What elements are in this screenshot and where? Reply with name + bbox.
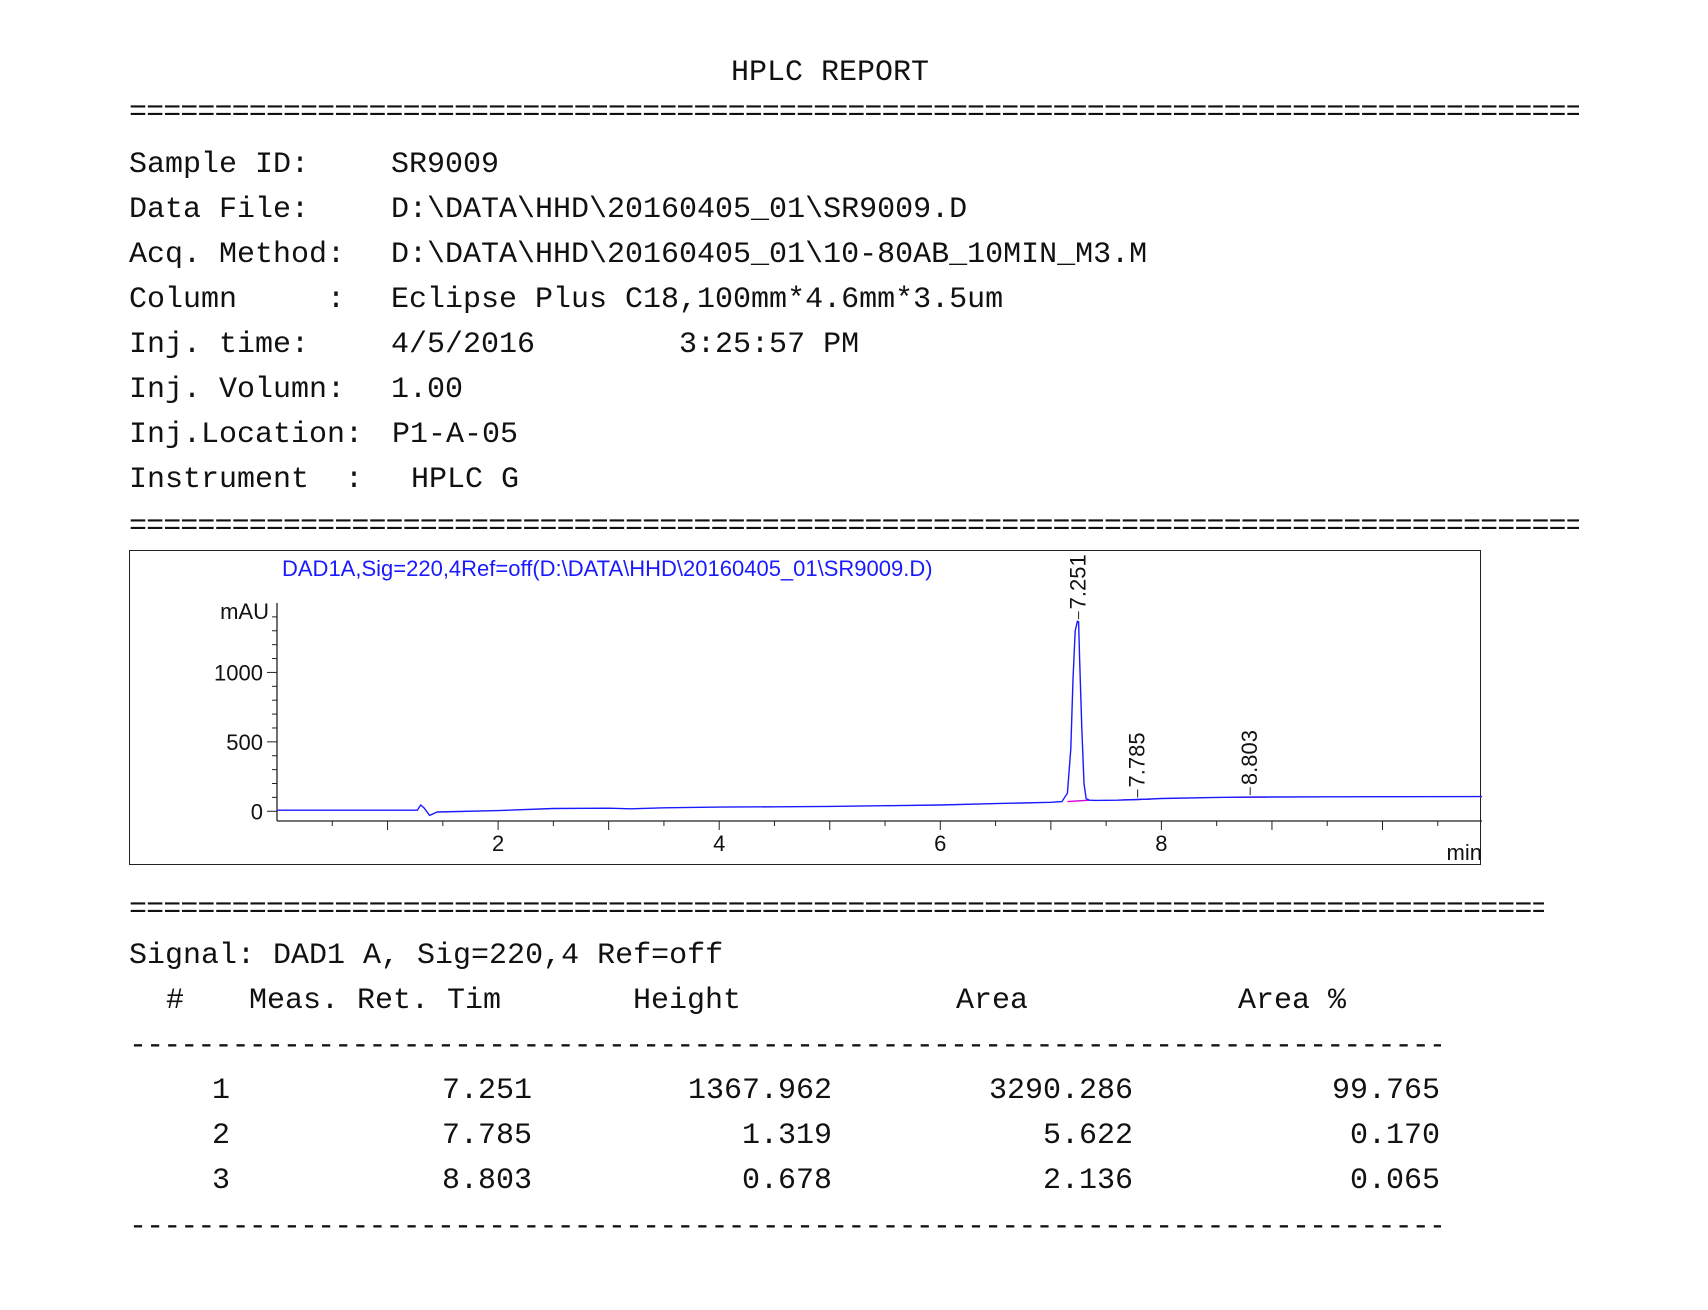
info-sample-id: Sample ID: SR9009 <box>129 148 500 182</box>
cell-area: 3290.286 <box>988 1074 1133 1108</box>
y-tick-label: 1000 <box>214 660 263 685</box>
chart-title: DAD1A,Sig=220,4Ref=off(D:\DATA\HHD\20160… <box>282 556 933 581</box>
info-acq-method: Acq. Method: D:\DATA\HHD\20160405_01\10-8… <box>129 238 1148 272</box>
header-height: Height <box>633 984 742 1018</box>
cell-area: 5.622 <box>1042 1119 1133 1153</box>
cell-ret-time: 7.785 <box>441 1119 532 1153</box>
info-column: Column : Eclipse Plus C18,100mm*4.6mm*3.5… <box>129 283 1004 317</box>
chart-axes <box>276 603 1482 822</box>
peak-label: 7.251 <box>1066 554 1091 609</box>
peak-baseline <box>1067 799 1090 803</box>
signal-line: Signal: DAD1 A, Sig=220,4 Ref=off <box>129 939 724 973</box>
chromatogram-trace <box>277 620 1482 817</box>
table-divider-bottom: ----------------------------------------… <box>129 1210 1441 1244</box>
divider-signal: ========================================… <box>129 893 1544 927</box>
chart-plot <box>277 620 1482 817</box>
y-tick-label: 0 <box>251 799 263 824</box>
info-instrument: Instrument : HPLC G <box>129 463 520 497</box>
header-index: # <box>165 984 184 1018</box>
header-area: Area <box>956 984 1029 1018</box>
header-ret-time: Meas. Ret. Tim <box>249 984 502 1018</box>
peak-label: 8.803 <box>1237 730 1262 785</box>
x-tick-label: 6 <box>934 831 946 856</box>
divider-top: ========================================… <box>129 96 1579 130</box>
report-title: HPLC REPORT <box>730 56 930 90</box>
info-data-file: Data File: D:\DATA\HHD\20160405_01\SR9009… <box>129 193 968 227</box>
x-axis-label: min <box>1447 840 1482 865</box>
info-inj-volumn: Inj. Volumn: 1.00 <box>129 373 464 407</box>
cell-ret-time: 7.251 <box>441 1074 532 1108</box>
cell-area-percent: 0.065 <box>1349 1164 1440 1198</box>
cell-area: 2.136 <box>1042 1164 1133 1198</box>
peak-label: 7.785 <box>1125 732 1150 787</box>
y-tick-label: 500 <box>226 730 263 755</box>
cell-height: 1.319 <box>741 1119 832 1153</box>
chromatogram-svg: DAD1A,Sig=220,4Ref=off(D:\DATA\HHD\20160… <box>214 554 1482 865</box>
cell-height: 1367.962 <box>687 1074 832 1108</box>
peak-labels: 7.251 7.785 8.803 <box>1066 554 1262 798</box>
info-inj-location: Inj.Location: P1-A-05 <box>129 418 519 452</box>
info-inj-time: Inj. time: 4/5/2016 3:25:57 PM <box>129 328 860 362</box>
cell-height: 0.678 <box>741 1164 832 1198</box>
chromatogram-chart: DAD1A,Sig=220,4Ref=off(D:\DATA\HHD\20160… <box>129 550 1482 865</box>
cell-index: 3 <box>211 1164 230 1198</box>
x-tick-label: 4 <box>713 831 725 856</box>
header-area-percent: Area % <box>1238 984 1347 1018</box>
table-divider-top: ----------------------------------------… <box>129 1029 1441 1063</box>
divider-middle: ========================================… <box>129 510 1579 544</box>
cell-index: 1 <box>211 1074 230 1108</box>
x-tick-label: 2 <box>492 831 504 856</box>
cell-area-percent: 99.765 <box>1331 1074 1440 1108</box>
cell-ret-time: 8.803 <box>441 1164 532 1198</box>
cell-index: 2 <box>211 1119 230 1153</box>
cell-area-percent: 0.170 <box>1349 1119 1440 1153</box>
x-tick-label: 8 <box>1155 831 1167 856</box>
y-axis-label: mAU <box>220 599 269 624</box>
